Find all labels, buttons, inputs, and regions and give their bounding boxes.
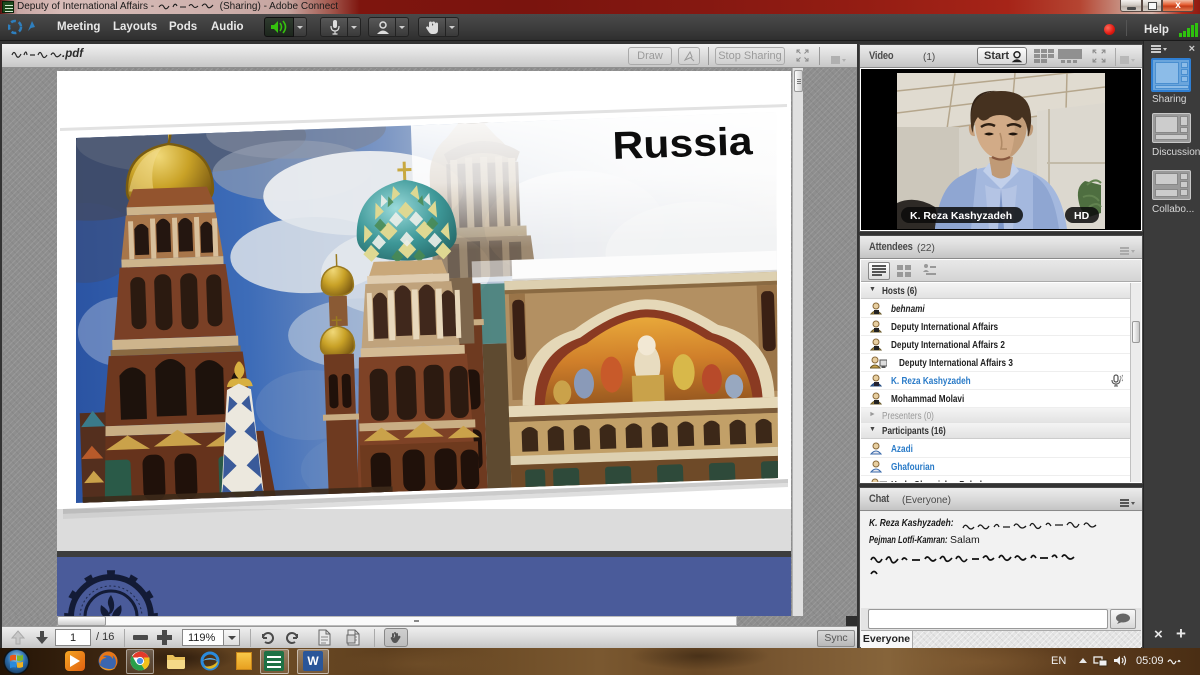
- svg-text:HD: HD: [1074, 210, 1090, 222]
- svg-text:K. Reza Kashyzadeh: K. Reza Kashyzadeh: [910, 210, 1012, 222]
- svg-text:Russia: Russia: [612, 120, 754, 168]
